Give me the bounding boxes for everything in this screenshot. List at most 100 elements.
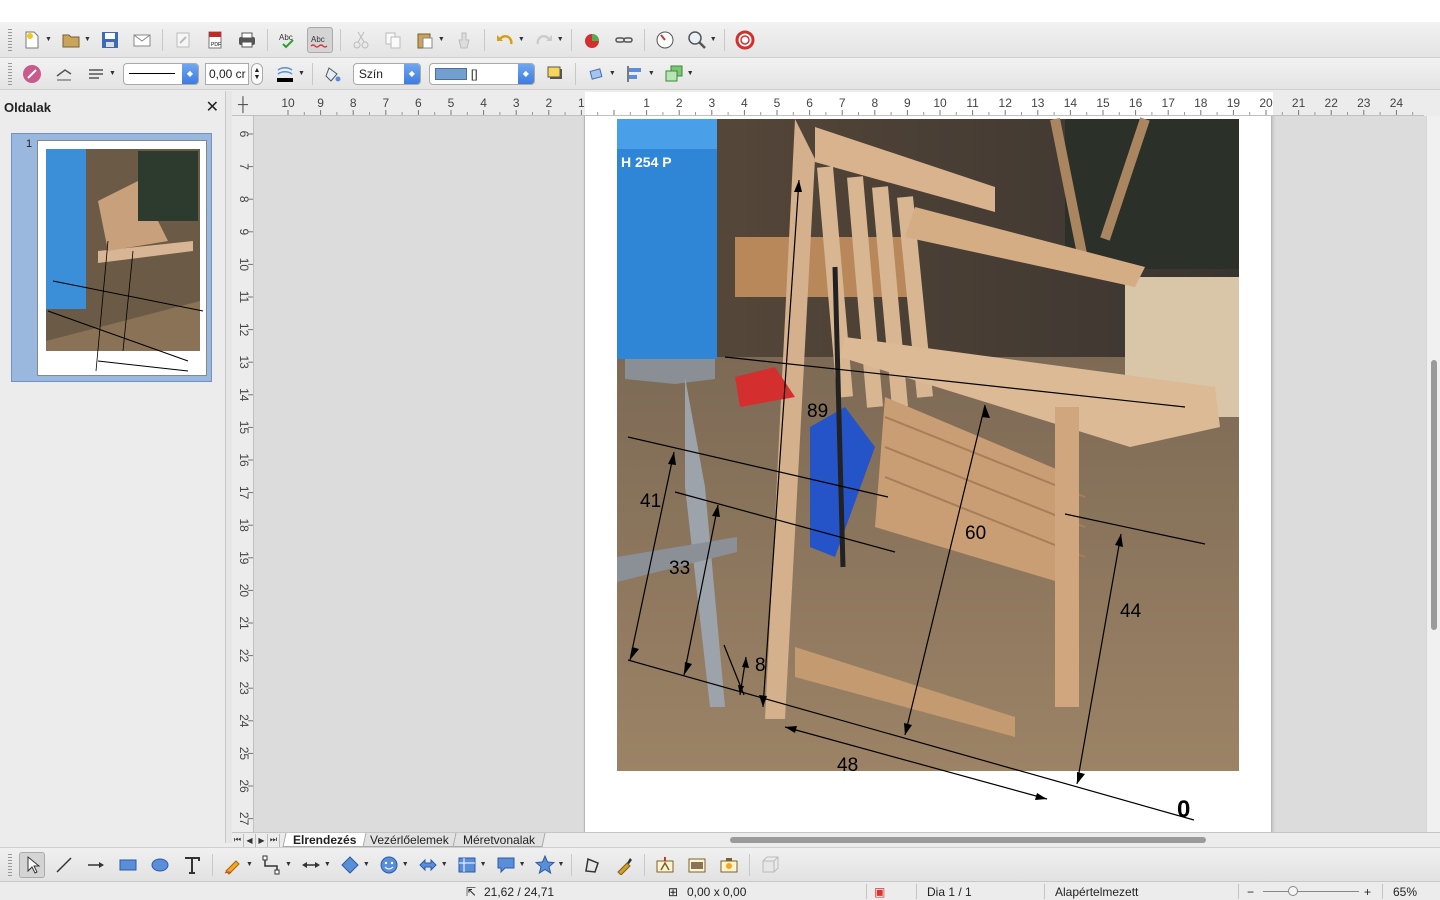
paste-icon[interactable] [412,27,438,53]
save-icon[interactable] [97,27,123,53]
tab-layout[interactable]: Elrendezés [282,833,367,847]
paste-dropdown-arrow[interactable]: ▼ [438,36,445,43]
next-tab-icon[interactable]: ▶ [256,833,268,847]
arrow-style-icon[interactable] [51,61,77,87]
bench-photo[interactable]: H 254 P [617,117,1239,771]
connector-dropdown-arrow[interactable]: ▼ [285,861,292,868]
zoom-slider-handle[interactable] [1288,886,1298,896]
zoom-out-icon[interactable]: − [1247,885,1254,899]
flowchart-dropdown-arrow[interactable]: ▼ [480,861,487,868]
slide-layout-name[interactable]: Alapértelmezett [1055,885,1138,899]
fill-type-select[interactable]: Szín ◆ [352,62,421,85]
zoom-level[interactable]: 65% [1393,885,1417,899]
align-icon[interactable] [622,61,648,87]
points-edit-icon[interactable] [579,852,605,878]
line-color-icon[interactable] [272,61,298,87]
undo-dropdown-arrow[interactable]: ▼ [518,36,525,43]
help-icon[interactable] [732,27,758,53]
toolbar-grip[interactable] [8,62,12,85]
basic-shapes-dropdown-arrow[interactable]: ▼ [363,861,370,868]
zoom-dropdown-arrow[interactable]: ▼ [710,36,717,43]
ruler-origin-icon[interactable]: ┼ [232,92,254,116]
document-modified-icon[interactable]: ▣ [874,885,885,899]
extrusion-toggle-icon[interactable] [757,852,783,878]
cut-icon[interactable] [348,27,374,53]
symbol-shapes-icon[interactable] [376,852,402,878]
chart-icon[interactable] [579,27,605,53]
email-icon[interactable] [129,27,155,53]
horizontal-ruler[interactable]: 10 9 8 7 6 5 4 3 2 1 1 2 3 4 5 6 7 8 9 10 11 12 13 14 15 16 17 18 19… [254,92,1424,116]
slide-thumbnail[interactable]: 1 [11,133,212,382]
rotate-dropdown-arrow[interactable]: ▼ [609,70,616,77]
slide-page[interactable]: H 254 P 89 41 33 8 60 44 48 0 [584,116,1272,832]
symbol-shapes-dropdown-arrow[interactable]: ▼ [402,861,409,868]
align-dropdown-arrow[interactable]: ▼ [648,70,655,77]
freeform-dropdown-arrow[interactable]: ▼ [246,861,253,868]
lines-arrows-dropdown-arrow[interactable]: ▼ [324,861,331,868]
undo-icon[interactable] [492,27,518,53]
rectangle-tool-icon[interactable] [115,852,141,878]
prev-tab-icon[interactable]: ◀ [244,833,256,847]
clone-formatting-icon[interactable] [451,27,477,53]
arrange-icon[interactable] [661,61,687,87]
insert-image-icon[interactable] [684,852,710,878]
new-dropdown-arrow[interactable]: ▼ [45,36,52,43]
open-dropdown-arrow[interactable]: ▼ [84,36,91,43]
vertical-scroll-thumb[interactable] [1431,360,1437,630]
flowchart-icon[interactable] [454,852,480,878]
connector-tool-icon[interactable] [259,852,285,878]
ellipse-tool-icon[interactable] [147,852,173,878]
zoom-icon[interactable] [684,27,710,53]
first-tab-icon[interactable]: ⏮ [232,833,244,847]
new-document-icon[interactable] [19,27,45,53]
tab-controls[interactable]: Vezérlőelemek [359,833,460,847]
horizontal-scrollbar[interactable] [580,833,1426,846]
rotate-icon[interactable] [583,61,609,87]
line-color-dropdown-arrow[interactable]: ▼ [298,70,305,77]
glue-points-icon[interactable] [611,852,637,878]
line-ends-dropdown-arrow[interactable]: ▼ [109,70,116,77]
shadow-icon[interactable] [542,61,568,87]
stars-dropdown-arrow[interactable]: ▼ [558,861,565,868]
edit-file-icon[interactable] [170,27,196,53]
line-width-field[interactable]: 0,00 cr [204,62,249,85]
block-arrows-dropdown-arrow[interactable]: ▼ [441,861,448,868]
export-pdf-icon[interactable]: PDF [202,27,228,53]
fontwork-icon[interactable] [652,852,678,878]
area-fill-icon[interactable] [320,61,346,87]
toolbar-grip[interactable] [8,853,12,876]
slide-canvas[interactable]: H 254 P 89 41 33 8 60 44 48 0 [254,116,1426,832]
tab-dimension-lines[interactable]: Méretvonalak [452,833,546,847]
vertical-ruler[interactable]: 6 7 8 9 10 11 12 13 14 15 16 17 18 19 20 21 22 23 24 25 26 27 [232,116,254,832]
line-width-stepper[interactable]: ▲ ▼ [250,62,263,85]
freeform-tool-icon[interactable] [220,852,246,878]
autospellcheck-icon[interactable]: Abc [306,26,333,53]
spellcheck-icon[interactable]: Abc [275,27,301,53]
open-folder-icon[interactable] [58,27,84,53]
last-tab-icon[interactable]: ⏭ [268,833,280,847]
hyperlink-icon[interactable] [611,27,637,53]
redo-dropdown-arrow[interactable]: ▼ [557,36,564,43]
navigator-icon[interactable] [652,27,678,53]
line-style-tool-icon[interactable] [19,61,45,87]
basic-shapes-icon[interactable] [337,852,363,878]
gallery-icon[interactable] [716,852,742,878]
select-pointer-icon[interactable] [19,851,45,878]
print-icon[interactable] [234,27,260,53]
line-tool-icon[interactable] [51,852,77,878]
close-icon[interactable]: ✕ [206,97,219,117]
toolbar-grip[interactable] [8,28,12,51]
zoom-in-icon[interactable]: + [1364,885,1371,899]
line-ends-icon[interactable] [83,61,109,87]
callouts-icon[interactable] [493,852,519,878]
lines-arrows-tool-icon[interactable] [298,852,324,878]
text-tool-icon[interactable] [179,852,205,878]
fill-color-select[interactable]: [] ◆ [428,62,535,85]
line-style-select[interactable]: ◆ [122,62,199,85]
arrange-dropdown-arrow[interactable]: ▼ [687,70,694,77]
callouts-dropdown-arrow[interactable]: ▼ [519,861,526,868]
redo-icon[interactable] [531,27,557,53]
horizontal-scroll-thumb[interactable] [730,837,1206,843]
stars-icon[interactable] [532,852,558,878]
zoom-slider-track[interactable] [1263,891,1359,892]
